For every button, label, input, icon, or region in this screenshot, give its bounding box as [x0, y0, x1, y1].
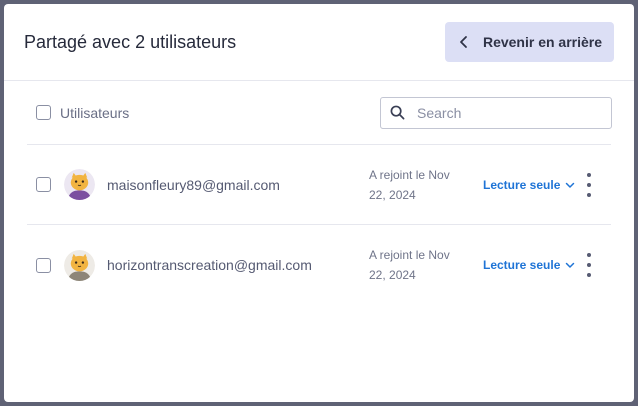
select-all-checkbox[interactable] — [36, 105, 51, 120]
avatar — [64, 249, 95, 281]
row-checkbox[interactable] — [36, 257, 51, 273]
share-dialog: Partagé avec 2 utilisateurs Revenir en a… — [4, 4, 634, 402]
chevron-left-icon — [460, 36, 467, 48]
dialog-title: Partagé avec 2 utilisateurs — [24, 31, 237, 52]
back-button[interactable]: Revenir en arrière — [445, 22, 614, 62]
search-icon — [390, 105, 405, 120]
select-all: Utilisateurs — [36, 105, 129, 121]
cat-avatar-icon — [64, 249, 95, 281]
joined-date: A rejoint le Nov 22, 2024 — [369, 248, 450, 282]
search-box[interactable] — [380, 96, 612, 129]
user-email: maisonfleury89@gmail.com — [107, 176, 280, 193]
chevron-down-icon — [566, 182, 575, 188]
row-checkbox[interactable] — [36, 177, 51, 192]
role-label: Lecture seule — [483, 177, 561, 192]
role-label: Lecture seule — [483, 258, 561, 272]
avatar — [64, 169, 95, 200]
dialog-header: Partagé avec 2 utilisateurs Revenir en a… — [4, 4, 634, 81]
joined-date: A rejoint le Nov 22, 2024 — [369, 167, 450, 202]
chevron-down-icon — [566, 262, 575, 268]
users-column-label: Utilisateurs — [60, 104, 130, 121]
user-list: maisonfleury89@gmail.com A rejoint le No… — [4, 145, 634, 305]
more-options-icon[interactable] — [585, 172, 593, 197]
role-dropdown[interactable]: Lecture seule — [483, 178, 575, 192]
list-header: Utilisateurs — [27, 81, 612, 145]
back-button-label: Revenir en arrière — [482, 34, 603, 50]
search-input[interactable] — [417, 104, 597, 121]
table-row: horizontranscreation@gmail.com A rejoint… — [27, 225, 611, 305]
more-options-icon[interactable] — [585, 253, 593, 277]
table-row: maisonfleury89@gmail.com A rejoint le No… — [27, 145, 611, 225]
cat-avatar-icon — [64, 169, 95, 200]
role-dropdown[interactable]: Lecture seule — [483, 258, 575, 272]
user-email: horizontranscreation@gmail.com — [107, 257, 312, 273]
